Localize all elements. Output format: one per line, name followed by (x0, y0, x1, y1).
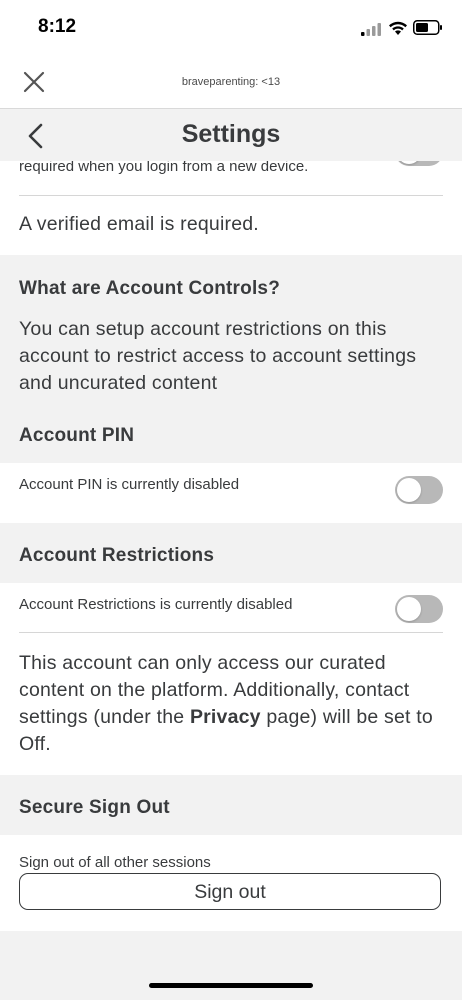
account-pin-status: Account PIN is currently disabled (19, 476, 240, 493)
cellular-signal-icon (361, 23, 381, 36)
account-restrictions-description: This account can only access our curated… (19, 650, 444, 758)
account-pin-row (0, 463, 462, 523)
account-restrictions-toggle[interactable] (395, 595, 443, 623)
battery-icon (413, 20, 442, 35)
divider (19, 195, 443, 196)
account-controls-heading: What are Account Controls? (19, 278, 281, 299)
verified-email-text: A verified email is required. (19, 213, 259, 235)
privacy-link[interactable]: Privacy (190, 706, 261, 728)
sign-out-label: Sign out of all other sessions (19, 854, 211, 871)
wifi-icon (389, 21, 407, 35)
account-pin-heading: Account PIN (19, 425, 135, 446)
secure-sign-out-heading: Secure Sign Out (19, 797, 170, 818)
home-indicator (149, 983, 313, 988)
account-restrictions-status: Account Restrictions is currently disabl… (19, 596, 293, 613)
divider (19, 632, 443, 633)
sign-out-button[interactable]: Sign out (19, 873, 441, 910)
account-pin-toggle[interactable] (395, 476, 443, 504)
url-label: braveparenting: <13 (181, 76, 281, 88)
account-controls-description: You can setup account restrictions on th… (19, 318, 417, 394)
page-title: Settings (181, 120, 281, 148)
account-restrictions-heading: Account Restrictions (19, 545, 215, 566)
email-verification-section (0, 161, 462, 255)
status-time: 8:12 (38, 16, 77, 37)
